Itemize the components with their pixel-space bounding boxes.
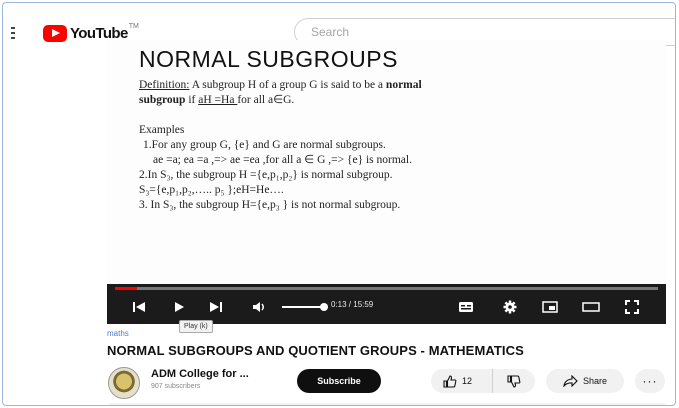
channel-name[interactable]: ADM College for ... bbox=[151, 368, 249, 380]
time-display: 0:13 / 15:59 bbox=[331, 300, 374, 309]
progress-played bbox=[115, 287, 137, 290]
play-icon bbox=[175, 302, 184, 312]
miniplayer-icon bbox=[542, 301, 558, 313]
definition-line-2: subgroup if aH =Ha for all a∈G. bbox=[139, 94, 295, 106]
description-box[interactable] bbox=[107, 403, 667, 405]
slide-body: Definition: A subgroup H of a group G is… bbox=[139, 78, 649, 213]
example-line-1: 1.For any group G, {e} and G are normal … bbox=[143, 139, 386, 151]
skip-previous-icon bbox=[133, 302, 145, 312]
progress-bar[interactable] bbox=[115, 287, 658, 290]
volume-icon bbox=[253, 302, 264, 312]
theater-icon bbox=[582, 302, 600, 312]
previous-button[interactable] bbox=[129, 298, 149, 316]
subscriber-count: 907 subscribers bbox=[151, 383, 201, 390]
like-button[interactable]: 12 bbox=[431, 369, 493, 393]
definition-line-1: Definition: A subgroup H of a group G is… bbox=[139, 79, 422, 91]
share-button[interactable]: Share bbox=[546, 369, 624, 393]
skip-next-icon bbox=[210, 302, 222, 312]
settings-button[interactable] bbox=[500, 298, 520, 316]
more-icon: ··· bbox=[642, 374, 658, 388]
theater-mode-button[interactable] bbox=[581, 298, 601, 316]
fullscreen-button[interactable] bbox=[622, 298, 642, 316]
youtube-play-icon bbox=[43, 25, 67, 42]
video-hashtag[interactable]: maths bbox=[107, 329, 129, 338]
like-count: 12 bbox=[462, 376, 473, 386]
channel-avatar[interactable] bbox=[108, 367, 140, 399]
menu-icon[interactable] bbox=[11, 27, 17, 39]
more-actions-button[interactable]: ··· bbox=[635, 369, 665, 393]
like-dislike-group: 12 bbox=[431, 369, 535, 393]
mute-button[interactable] bbox=[249, 298, 269, 316]
video-title: NORMAL SUBGROUPS AND QUOTIENT GROUPS - M… bbox=[107, 343, 524, 358]
play-tooltip: Play (k) bbox=[179, 320, 213, 333]
gear-icon bbox=[503, 300, 517, 314]
example-line-3: 2.In S₃, the subgroup H ={e,p₁,p₂} is no… bbox=[139, 169, 393, 181]
next-button[interactable] bbox=[206, 298, 226, 316]
video-frame-slide: NORMAL SUBGROUPS Definition: A subgroup … bbox=[107, 40, 666, 290]
video-player[interactable]: NORMAL SUBGROUPS Definition: A subgroup … bbox=[107, 40, 666, 324]
thumbs-up-icon bbox=[443, 374, 457, 388]
volume-slider-handle[interactable] bbox=[320, 303, 328, 311]
volume-slider[interactable] bbox=[282, 306, 324, 308]
share-label: Share bbox=[582, 376, 608, 386]
thumbs-down-icon bbox=[507, 374, 521, 388]
miniplayer-button[interactable] bbox=[540, 298, 560, 316]
slide-title: NORMAL SUBGROUPS bbox=[139, 46, 398, 72]
subtitles-icon bbox=[459, 302, 473, 312]
dislike-button[interactable] bbox=[493, 369, 535, 393]
example-line-2: ae =a; ea =a ,=> ae =ea ,for all a ∈ G ,… bbox=[153, 154, 412, 166]
subtitles-button[interactable] bbox=[456, 298, 476, 316]
logo-region: TM bbox=[128, 23, 139, 30]
browser-frame: YouTube TM NORMAL SUBGROUPS Definition: … bbox=[2, 2, 676, 406]
examples-heading: Examples bbox=[139, 124, 185, 136]
share-icon bbox=[563, 375, 578, 387]
example-line-4: S₃={e,p₁,p₂,….. p₅ };eH=He…. bbox=[139, 184, 284, 196]
fullscreen-icon bbox=[625, 300, 639, 314]
example-line-5: 3. In S₃, the subgroup H={e,p₃ } is not … bbox=[139, 199, 401, 211]
subscribe-button[interactable]: Subscribe bbox=[297, 369, 381, 393]
play-button[interactable] bbox=[169, 298, 189, 316]
